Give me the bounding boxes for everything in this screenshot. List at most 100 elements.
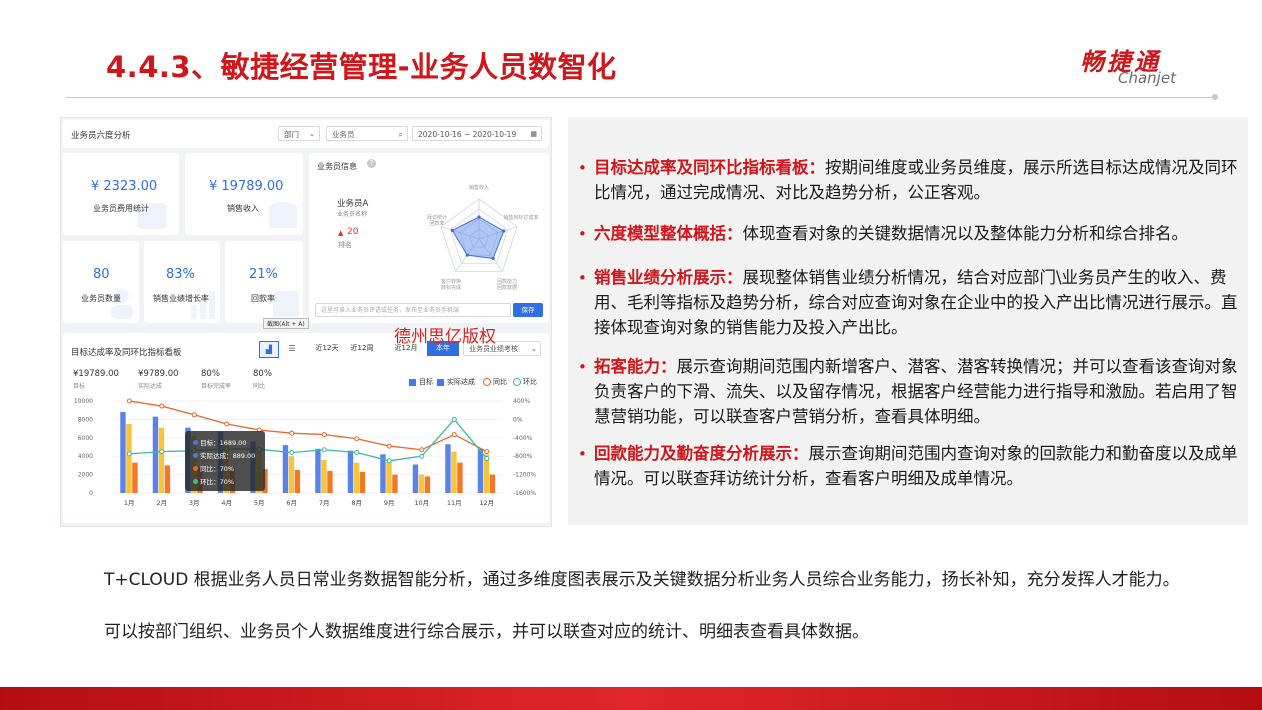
line-point (159, 449, 165, 455)
bullet-marker: • (578, 225, 587, 243)
x-tick-label: 5月 (254, 499, 265, 507)
bullet-marker: • (578, 445, 587, 463)
bullet-title: 拓客能力： (594, 357, 677, 376)
title-divider (66, 97, 1216, 98)
y-tick-label: 6000 (78, 435, 93, 442)
x-tick-label: 6月 (286, 499, 297, 507)
tooltip-label: 同比 (200, 465, 214, 473)
summary-actual-label: 实际达成 (138, 383, 163, 390)
bullet-sales-analysis: 销售业绩分析展示：展现整体销售业绩分析情况，结合对应部门\业务员产生的收入、费用… (594, 265, 1242, 340)
bullet-marker: • (578, 358, 587, 376)
date-range-value: 2020-10-16 ~ 2020-10-19 (418, 130, 517, 139)
dept-select-value: 部门 (284, 130, 299, 139)
bar (353, 462, 360, 493)
comment-input[interactable]: 这里可录入业务员评语或任务，发布至业务员手机端 (315, 303, 511, 317)
radar-point (465, 253, 469, 257)
kpi-value: 80 (93, 267, 110, 282)
tooltip-dot-icon (193, 479, 198, 484)
y2-tick-label: 0% (513, 416, 523, 423)
kpi-label: 业务员费用统计 (93, 204, 149, 213)
salesperson-info-card: 业务员信息 ? 业务员A 业务员名称 ▲ 20 排名 销售收入 销售目标达成率 回款… (309, 153, 549, 323)
help-icon[interactable]: ? (367, 159, 376, 168)
bar (445, 444, 451, 493)
date-range-picker[interactable]: 2020-10-16 ~ 2020-10-19 ▦ (412, 126, 542, 141)
dashboard-header: 业务员六度分析 部门 ⌄ 业务员 ⌕ 2020-10-16 ~ 2020-10-… (63, 120, 549, 148)
tooltip-row: 环比：70% (193, 476, 234, 486)
tooltip-label: 实际达成 (200, 452, 227, 460)
kpi-value: ¥ 2323.00 (91, 179, 158, 194)
bar (158, 427, 165, 493)
radar-label: 回款能力 (497, 278, 517, 285)
bar (424, 476, 431, 493)
radar-point (477, 215, 481, 219)
radar-label: 销售目标达成率 (503, 214, 538, 221)
bullet-title: 六度模型整体概括： (594, 224, 743, 243)
line-point (321, 432, 327, 438)
dept-select[interactable]: 部门 ⌄ (278, 126, 320, 141)
bullet-collection-diligence: 回款能力及勤奋度分析展示：展示查询期间范围内查询对象的回款能力和勤奋度以及成单情… (594, 441, 1242, 491)
line-point (451, 432, 457, 438)
kpi-label: 业务员数量 (81, 294, 121, 303)
bar (412, 464, 419, 493)
tooltip-value: 889.00 (232, 452, 256, 460)
y2-tick-label: -1600% (513, 490, 536, 497)
chevron-down-icon: ⌄ (309, 130, 315, 138)
bullet-title: 销售业绩分析展示： (594, 268, 743, 287)
y-tick-label: 2000 (78, 472, 93, 479)
bar (451, 451, 457, 493)
legend-target-label: 目标 (419, 378, 433, 386)
footer-bar (0, 687, 1262, 710)
save-button[interactable]: 保存 (513, 303, 543, 317)
bar (315, 448, 321, 493)
legend-yoy-label: 同比 (493, 378, 507, 386)
line-point (386, 443, 392, 449)
y-tick-label: 0 (89, 490, 93, 497)
chart-card-title: 目标达成率及同环比指标看板 (71, 348, 182, 358)
summary-actual-value: ¥9789.00 (138, 369, 179, 379)
chevron-down-icon: ⌄ (531, 345, 537, 353)
bullet-target-dashboard: 目标达成率及同环比指标看板：按期间维度或业务员维度，展示所选目标达成情况及同环比… (594, 155, 1242, 205)
bar (392, 474, 398, 493)
x-tick-label: 2月 (156, 499, 167, 507)
line-point (484, 449, 490, 455)
radar-label: 目标完成 (441, 284, 461, 291)
tooltip-value: 1689.00 (219, 439, 247, 447)
tab-12-weeks[interactable]: 近12周 (346, 341, 378, 356)
slide-title: 4.4.3、敏捷经营管理-业务人员数智化 (106, 50, 617, 84)
kpi-value: 83% (166, 267, 195, 282)
x-tick-label: 11月 (447, 499, 462, 507)
salesperson-input[interactable]: 业务员 ⌕ (326, 126, 408, 141)
chart-view-icon[interactable]: ▟ (259, 341, 279, 358)
kpi-card-headcount[interactable]: 80 业务员数量 (63, 241, 139, 323)
tab-12-days[interactable]: 近12天 (311, 341, 343, 356)
line-point (419, 453, 425, 459)
salesperson-name-sub: 业务员名称 (337, 211, 368, 218)
bar (132, 462, 138, 493)
bar (126, 424, 132, 493)
legend-actual-swatch (437, 379, 444, 386)
y2-tick-label: -400% (513, 435, 533, 442)
kpi-value: 21% (249, 267, 278, 282)
bar (152, 416, 159, 493)
bar (288, 456, 295, 493)
tooltip-dot-icon (193, 453, 198, 458)
kpi-card-collection[interactable]: 21% 回款率 (225, 241, 303, 323)
kpi-card-revenue[interactable]: ¥ 19789.00 销售收入 (185, 153, 303, 235)
calendar-icon: ▦ (530, 130, 537, 138)
kpi-label: 销售业绩增长率 (153, 294, 209, 303)
kpi-card-expense[interactable]: ¥ 2323.00 业务员费用统计 (63, 153, 179, 235)
table-view-icon[interactable]: ☰ (283, 341, 301, 356)
bullet-marker: • (578, 269, 587, 287)
salesperson-name: 业务员A (337, 199, 369, 209)
tooltip-value: 70% (219, 465, 235, 473)
rank-value: 20 (347, 227, 359, 237)
search-icon: ⌕ (398, 130, 403, 139)
tooltip-dot-icon (193, 440, 198, 445)
tooltip-dot-icon (193, 466, 198, 471)
line-point (191, 412, 197, 418)
radar-label: 回款率 (429, 220, 444, 227)
legend-target-swatch (409, 379, 416, 386)
kpi-card-growth[interactable]: 83% 销售业绩增长率 (144, 241, 220, 323)
line-point (126, 451, 132, 457)
legend-actual-label: 实际达成 (447, 378, 475, 386)
